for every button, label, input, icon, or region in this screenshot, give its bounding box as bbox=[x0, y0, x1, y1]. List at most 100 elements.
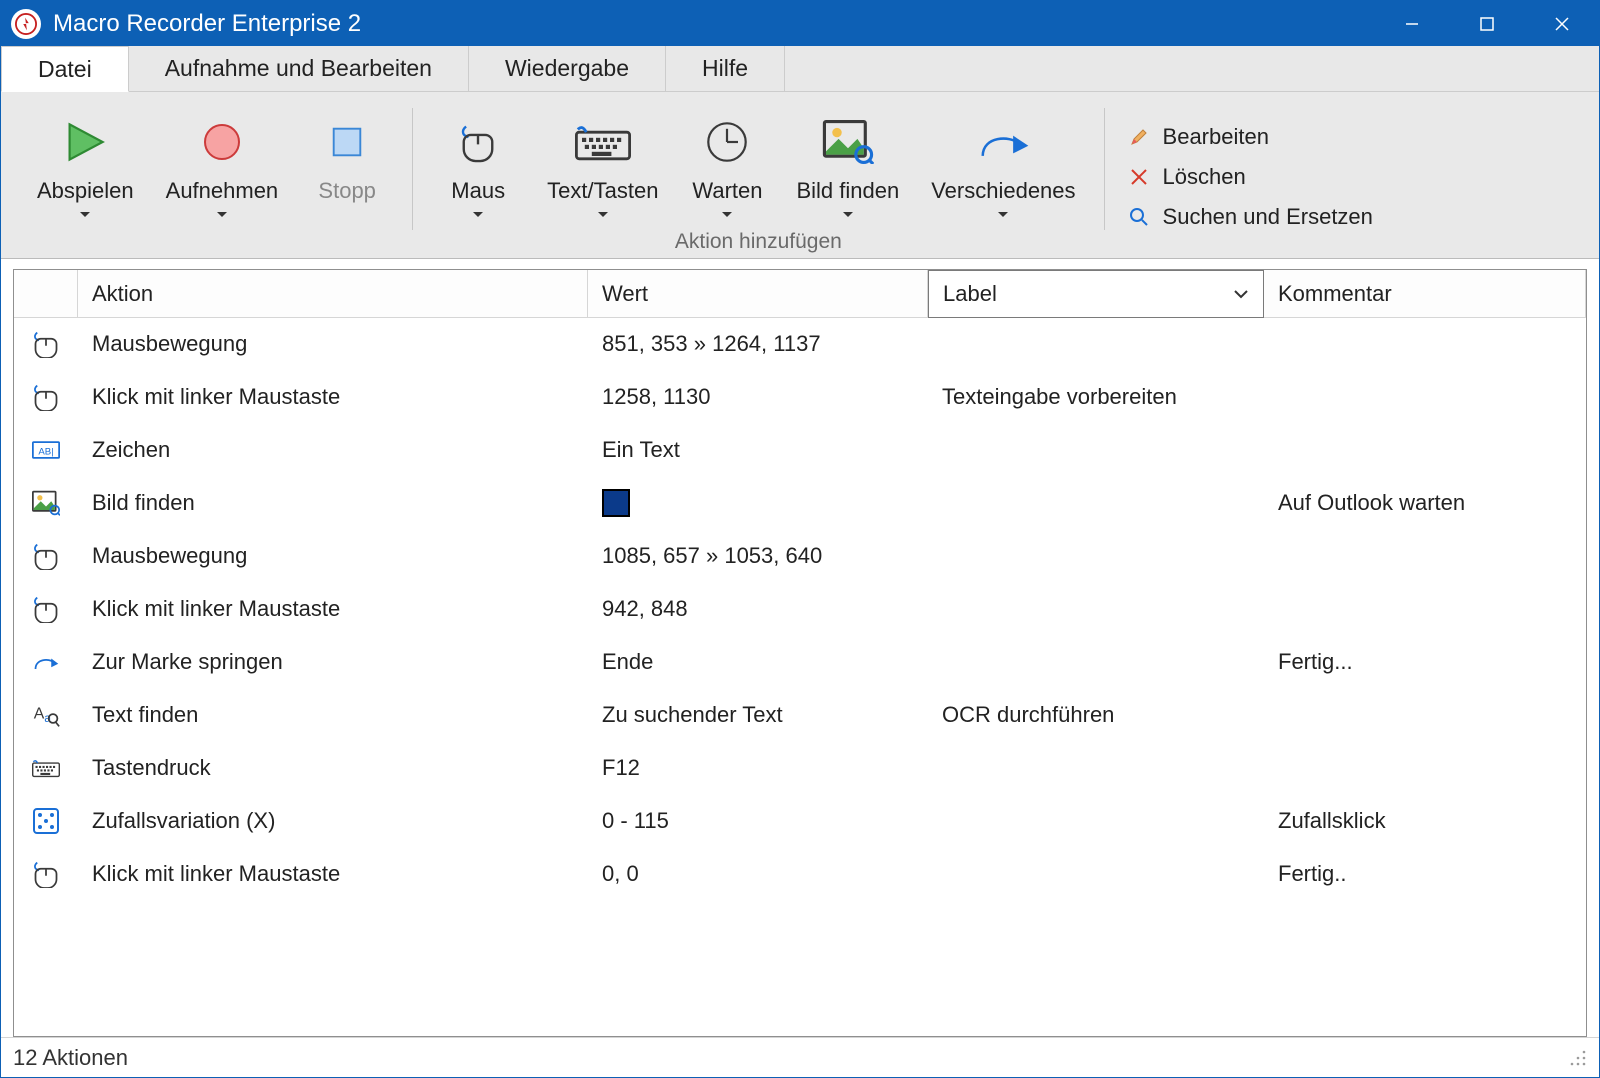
cell-value: 1258, 1130 bbox=[588, 384, 928, 410]
cell-action: Zur Marke springen bbox=[78, 649, 588, 675]
mouse-icon bbox=[14, 595, 78, 623]
table-row[interactable]: Klick mit linker Maustaste1258, 1130Text… bbox=[14, 371, 1586, 424]
cell-value: 942, 848 bbox=[588, 596, 928, 622]
tabstrip-background bbox=[785, 46, 1599, 91]
minimize-button[interactable] bbox=[1374, 1, 1449, 46]
separator bbox=[412, 108, 413, 230]
add-misc-button[interactable]: Verschiedenes bbox=[923, 106, 1083, 226]
play-icon bbox=[55, 112, 115, 172]
mouse-icon bbox=[14, 860, 78, 888]
header-label-dropdown[interactable]: Label bbox=[928, 270, 1264, 318]
titlebar: Macro Recorder Enterprise 2 bbox=[1, 1, 1599, 46]
cell-comment: Zufallsklick bbox=[1264, 808, 1586, 834]
cell-comment: Fertig.. bbox=[1264, 861, 1586, 887]
table-row[interactable]: Zur Marke springenEndeFertig... bbox=[14, 636, 1586, 689]
cell-action: Text finden bbox=[78, 702, 588, 728]
maximize-button[interactable] bbox=[1449, 1, 1524, 46]
cell-value: 0, 0 bbox=[588, 861, 928, 887]
window-title: Macro Recorder Enterprise 2 bbox=[53, 10, 1374, 38]
cell-action: Mausbewegung bbox=[78, 331, 588, 357]
arrow-icon bbox=[973, 112, 1033, 172]
header-action[interactable]: Aktion bbox=[78, 270, 588, 318]
chevron-down-icon[interactable] bbox=[217, 206, 227, 224]
chevron-down-icon[interactable] bbox=[598, 206, 608, 224]
add-wait-button[interactable]: Warten bbox=[682, 106, 772, 226]
keyboard-icon bbox=[14, 754, 78, 782]
chevron-down-icon[interactable] bbox=[722, 206, 732, 224]
cell-value: 0 - 115 bbox=[588, 808, 928, 834]
stop-icon bbox=[317, 112, 377, 172]
status-text: 12 Aktionen bbox=[13, 1045, 128, 1071]
tab-file[interactable]: Datei bbox=[1, 46, 129, 92]
ribbon-tabs: Datei Aufnahme und Bearbeiten Wiedergabe… bbox=[1, 46, 1599, 92]
cell-value: Ein Text bbox=[588, 437, 928, 463]
chevron-down-icon[interactable] bbox=[80, 206, 90, 224]
cell-value: Zu suchender Text bbox=[588, 702, 928, 728]
separator bbox=[1104, 108, 1105, 230]
close-button[interactable] bbox=[1524, 1, 1599, 46]
clock-icon bbox=[697, 112, 757, 172]
tab-playback[interactable]: Wiedergabe bbox=[469, 46, 666, 91]
edit-action-button[interactable]: Bearbeiten bbox=[1127, 124, 1373, 150]
cell-label: OCR durchführen bbox=[928, 702, 1264, 728]
pencil-icon bbox=[1127, 125, 1151, 149]
header-icon[interactable] bbox=[14, 270, 78, 318]
group-caption: Aktion hinzufügen bbox=[675, 230, 842, 254]
add-action-group: Maus Text/Tasten Warten Bild finden bbox=[417, 100, 1099, 254]
keyboard-icon bbox=[573, 112, 633, 172]
add-mouse-button[interactable]: Maus bbox=[433, 106, 523, 226]
chevron-down-icon[interactable] bbox=[843, 206, 853, 224]
search-icon bbox=[1127, 205, 1151, 229]
table-row[interactable]: Mausbewegung1085, 657 » 1053, 640 bbox=[14, 530, 1586, 583]
record-icon bbox=[192, 112, 252, 172]
cell-action: Zeichen bbox=[78, 437, 588, 463]
cell-action: Mausbewegung bbox=[78, 543, 588, 569]
dice-icon bbox=[14, 807, 78, 835]
table-row[interactable]: Klick mit linker Maustaste942, 848 bbox=[14, 583, 1586, 636]
search-replace-button[interactable]: Suchen und Ersetzen bbox=[1127, 204, 1373, 230]
stop-button: Stopp bbox=[302, 106, 392, 254]
jump-icon bbox=[14, 648, 78, 676]
abi-icon bbox=[14, 436, 78, 464]
app-icon bbox=[11, 9, 41, 39]
cell-comment: Auf Outlook warten bbox=[1264, 490, 1586, 516]
table-row[interactable]: Klick mit linker Maustaste0, 0 Fertig.. bbox=[14, 848, 1586, 901]
mouse-icon bbox=[448, 112, 508, 172]
cell-value: 1085, 657 » 1053, 640 bbox=[588, 543, 928, 569]
grid-header: Aktion Wert Label Kommentar bbox=[14, 270, 1586, 318]
cell-value: 851, 353 » 1264, 1137 bbox=[588, 331, 928, 357]
textfind-icon bbox=[14, 701, 78, 729]
cell-value: F12 bbox=[588, 755, 928, 781]
table-row[interactable]: Bild finden Auf Outlook warten bbox=[14, 477, 1586, 530]
mouse-icon bbox=[14, 542, 78, 570]
actions-grid: Aktion Wert Label Kommentar Mausbewegung… bbox=[13, 269, 1587, 1037]
add-find-image-button[interactable]: Bild finden bbox=[788, 106, 907, 226]
resize-grip-icon[interactable] bbox=[1569, 1049, 1587, 1067]
chevron-down-icon[interactable] bbox=[473, 206, 483, 224]
cell-action: Zufallsvariation (X) bbox=[78, 808, 588, 834]
table-row[interactable]: Text findenZu suchender TextOCR durchfüh… bbox=[14, 689, 1586, 742]
tab-help[interactable]: Hilfe bbox=[666, 46, 785, 91]
header-comment[interactable]: Kommentar bbox=[1264, 270, 1586, 318]
tab-record-edit[interactable]: Aufnahme und Bearbeiten bbox=[129, 46, 469, 91]
chevron-down-icon[interactable] bbox=[998, 206, 1008, 224]
cell-label: Texteingabe vorbereiten bbox=[928, 384, 1264, 410]
grid-body[interactable]: Mausbewegung851, 353 » 1264, 1137Klick m… bbox=[14, 318, 1586, 1036]
cell-comment: Fertig... bbox=[1264, 649, 1586, 675]
cell-action: Bild finden bbox=[78, 490, 588, 516]
play-button[interactable]: Abspielen bbox=[29, 106, 142, 254]
header-value[interactable]: Wert bbox=[588, 270, 928, 318]
image-thumbnail bbox=[602, 489, 630, 517]
mouse-icon bbox=[14, 383, 78, 411]
delete-action-button[interactable]: Löschen bbox=[1127, 164, 1373, 190]
playback-group: Abspielen Aufnehmen Stopp bbox=[13, 100, 408, 254]
add-text-keys-button[interactable]: Text/Tasten bbox=[539, 106, 666, 226]
app-window: Macro Recorder Enterprise 2 Datei Aufnah… bbox=[0, 0, 1600, 1078]
cell-action: Klick mit linker Maustaste bbox=[78, 861, 588, 887]
table-row[interactable]: TastendruckF12 bbox=[14, 742, 1586, 795]
table-row[interactable]: Mausbewegung851, 353 » 1264, 1137 bbox=[14, 318, 1586, 371]
grid-container: Aktion Wert Label Kommentar Mausbewegung… bbox=[1, 259, 1599, 1037]
table-row[interactable]: ZeichenEin Text bbox=[14, 424, 1586, 477]
record-button[interactable]: Aufnehmen bbox=[158, 106, 287, 254]
table-row[interactable]: Zufallsvariation (X)0 - 115 Zufallsklick bbox=[14, 795, 1586, 848]
